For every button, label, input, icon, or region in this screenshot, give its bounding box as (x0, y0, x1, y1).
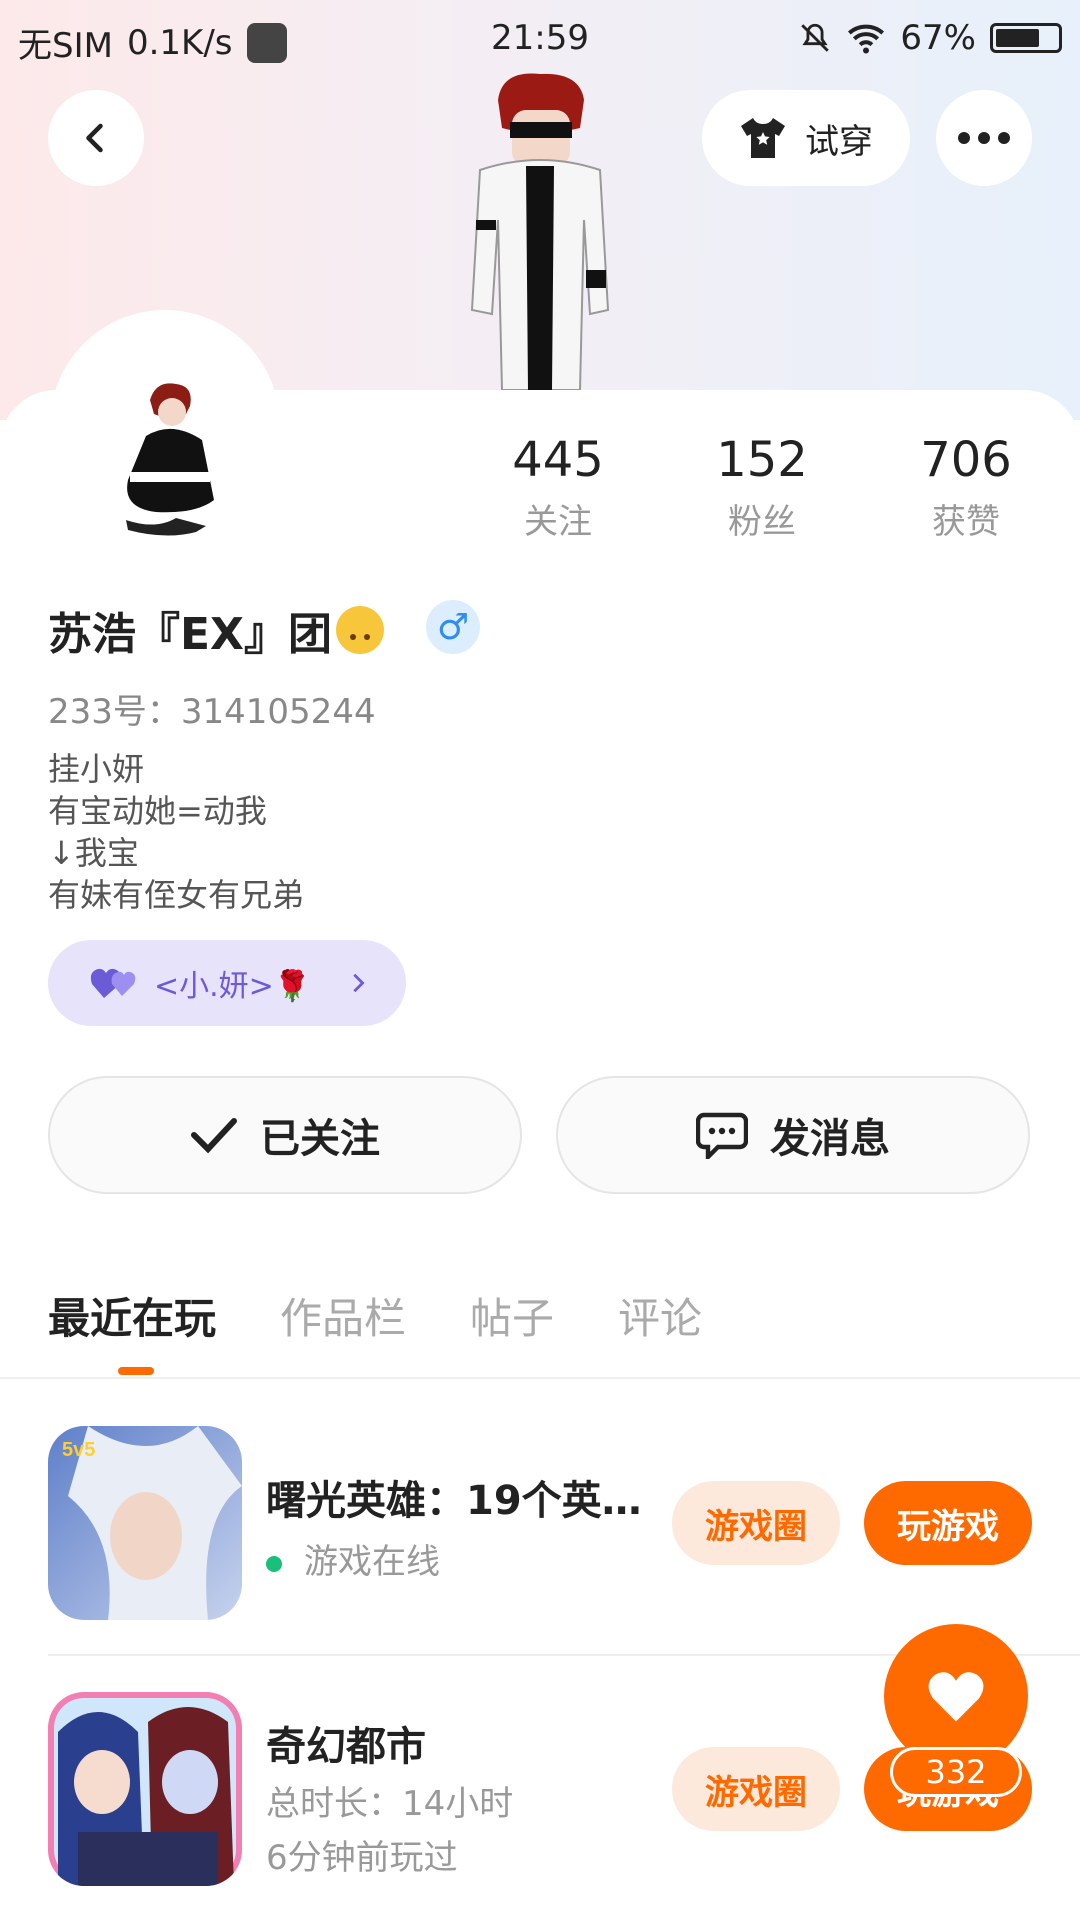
like-count-badge: 332 (890, 1747, 1022, 1797)
user-name-text: 苏浩『EX』团 (48, 609, 332, 660)
try-on-button[interactable]: 试穿 (702, 90, 910, 186)
gender-male-icon: ♂ (426, 600, 480, 654)
bio: 挂小妍 有宝动她=动我 ↓我宝 有妹有侄女有兄弟 (48, 748, 304, 916)
relation-chip[interactable]: <小.妍>🌹 (48, 940, 406, 1026)
play-game-button[interactable]: 玩游戏 (864, 1481, 1032, 1565)
likes-label: 获赞 (932, 502, 1000, 542)
battery-icon (990, 23, 1062, 53)
user-id: 233号：314105244 (48, 692, 376, 732)
followed-button[interactable]: 已关注 (48, 1076, 522, 1194)
tabs-divider (0, 1377, 1080, 1379)
relation-name: <小.妍>🌹 (154, 969, 312, 1004)
bio-line: ↓我宝 (48, 834, 139, 872)
battery-percent: 67% (900, 18, 976, 58)
bio-line: 有妹有侄女有兄弟 (48, 876, 305, 914)
message-label: 发消息 (770, 1116, 890, 1162)
wifi-icon (848, 24, 885, 54)
chat-bubble-icon (696, 1112, 748, 1159)
more-dots-icon (958, 132, 1010, 144)
message-button[interactable]: 发消息 (556, 1076, 1030, 1194)
tab-posts[interactable]: 帖子 (470, 1285, 554, 1346)
list-item[interactable]: 5v5 曙光英雄：19个英… 游戏在线 游戏圈 玩游戏 (48, 1426, 1048, 1620)
tab-comments[interactable]: 评论 (618, 1285, 702, 1346)
game-circle-button[interactable]: 游戏圈 (672, 1481, 840, 1565)
mute-bell-icon (801, 23, 830, 52)
shirt-icon (741, 118, 785, 158)
bio-line: 有宝动她=动我 (48, 792, 267, 830)
tab-works[interactable]: 作品栏 (280, 1285, 406, 1346)
more-button[interactable] (936, 90, 1032, 186)
tab-recent-played[interactable]: 最近在玩 (48, 1285, 216, 1375)
game-icon[interactable] (48, 1692, 242, 1886)
game-circle-button[interactable]: 游戏圈 (672, 1747, 840, 1831)
heart-icon (928, 1672, 984, 1722)
double-heart-icon (90, 968, 136, 998)
stat-fans[interactable]: 152 粉丝 (692, 432, 832, 543)
user-name: 苏浩『EX』团 (48, 598, 384, 662)
stat-likes[interactable]: 706 获赞 (896, 432, 1036, 543)
game-icon[interactable]: 5v5 (48, 1426, 242, 1620)
play-duration: 总时长：14小时 (266, 1784, 514, 1824)
try-on-label: 试穿 (805, 121, 873, 162)
game-title: 曙光英雄：19个英… (266, 1478, 642, 1524)
back-button[interactable] (48, 90, 144, 186)
fans-count: 152 (716, 432, 808, 488)
following-count: 445 (512, 432, 604, 488)
online-dot-icon (266, 1555, 282, 1572)
online-text: 游戏在线 (304, 1542, 440, 1582)
avatar-full-body (470, 73, 610, 390)
game-online-status: 游戏在线 (266, 1534, 440, 1583)
likes-count: 706 (920, 432, 1012, 488)
fans-label: 粉丝 (728, 502, 796, 542)
chevron-right-icon (353, 973, 365, 993)
status-bar: 无SIM 0.1K/s 21:59 67% (0, 0, 1080, 76)
game-badge: 5v5 (62, 1439, 95, 1461)
last-played: 6分钟前玩过 (266, 1838, 458, 1878)
following-label: 关注 (524, 502, 592, 542)
game-title: 奇幻都市 (266, 1724, 426, 1770)
upside-down-face-icon (335, 606, 384, 654)
avatar[interactable] (116, 380, 236, 540)
check-icon (191, 1118, 237, 1154)
stat-following[interactable]: 445 关注 (488, 432, 628, 543)
chevron-left-icon (86, 123, 103, 153)
profile-tabs: 最近在玩 作品栏 帖子 评论 (48, 1285, 702, 1375)
followed-label: 已关注 (260, 1116, 380, 1162)
bio-line: 挂小妍 (48, 750, 145, 788)
